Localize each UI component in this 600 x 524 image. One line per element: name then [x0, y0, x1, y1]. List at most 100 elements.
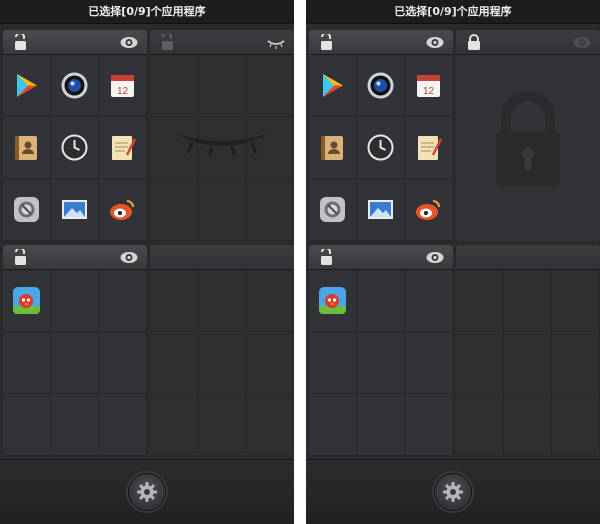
calendar-icon: 12 — [111, 75, 134, 97]
unlock-icon[interactable] — [159, 34, 177, 51]
panel-top-left[interactable]: 12 — [309, 30, 453, 241]
svg-text:12: 12 — [117, 86, 129, 97]
app-slot[interactable] — [552, 394, 599, 455]
app-slot[interactable] — [51, 117, 98, 178]
app-slot[interactable] — [198, 394, 245, 455]
panel-header — [456, 245, 600, 270]
app-slot[interactable] — [357, 270, 404, 331]
app-slot[interactable] — [504, 394, 551, 455]
app-slot[interactable] — [309, 179, 356, 240]
app-slot[interactable] — [150, 55, 197, 116]
panel-bottom-left[interactable] — [3, 245, 147, 456]
app-slot[interactable] — [309, 332, 356, 393]
app-slot[interactable] — [3, 394, 50, 455]
app-slot[interactable] — [309, 117, 356, 178]
app-slot[interactable] — [3, 332, 50, 393]
app-slot[interactable] — [246, 270, 293, 331]
calendar-icon: 12 — [417, 75, 440, 97]
app-slot[interactable] — [3, 270, 50, 331]
app-slot[interactable] — [150, 179, 197, 240]
app-slot[interactable] — [405, 332, 452, 393]
app-slot[interactable] — [150, 332, 197, 393]
app-slot[interactable] — [51, 270, 98, 331]
app-slot[interactable] — [357, 55, 404, 116]
bottom-bar — [306, 459, 600, 524]
app-slot[interactable] — [3, 179, 50, 240]
app-slot[interactable] — [552, 332, 599, 393]
app-slot[interactable] — [198, 55, 245, 116]
app-slot[interactable] — [3, 117, 50, 178]
lock-watermark-icon — [496, 92, 560, 186]
phone-screen-left: 已选择[0/9]个应用程序 12 — [0, 0, 294, 524]
app-slot[interactable] — [51, 179, 98, 240]
app-slot[interactable] — [456, 270, 503, 331]
app-slot[interactable] — [405, 270, 452, 331]
phone-screen-right: 已选择[0/9]个应用程序 12 — [306, 0, 600, 524]
unlock-icon[interactable] — [318, 34, 336, 51]
app-slot[interactable] — [99, 394, 146, 455]
app-slot[interactable] — [99, 332, 146, 393]
app-slot[interactable] — [357, 394, 404, 455]
unlock-icon[interactable] — [12, 249, 30, 266]
notes-icon — [112, 136, 137, 160]
app-slot[interactable]: 12 — [405, 55, 452, 116]
lock-icon[interactable] — [465, 34, 483, 51]
app-slot[interactable] — [51, 394, 98, 455]
bottom-bar — [0, 459, 294, 524]
app-slot[interactable] — [357, 117, 404, 178]
app-slot[interactable] — [552, 270, 599, 331]
app-slot[interactable] — [456, 332, 503, 393]
app-slot[interactable] — [246, 332, 293, 393]
settings-button[interactable] — [434, 473, 472, 511]
app-slot[interactable] — [99, 117, 146, 178]
panel-bottom-right[interactable] — [150, 245, 294, 456]
app-slot[interactable] — [405, 394, 452, 455]
app-slot[interactable] — [3, 55, 50, 116]
app-slot[interactable] — [246, 117, 293, 178]
app-slot[interactable] — [456, 394, 503, 455]
app-slot[interactable] — [51, 332, 98, 393]
eye-icon[interactable] — [120, 34, 138, 51]
app-slot[interactable] — [357, 332, 404, 393]
app-slot[interactable] — [309, 394, 356, 455]
panel-top-right[interactable] — [150, 30, 294, 241]
panel-bottom-right[interactable] — [456, 245, 600, 456]
app-slot[interactable] — [246, 55, 293, 116]
app-slot[interactable] — [198, 270, 245, 331]
play-store-icon — [323, 74, 343, 97]
app-slot[interactable] — [504, 270, 551, 331]
clock-icon — [367, 134, 394, 161]
contacts-icon — [321, 136, 343, 160]
eye-icon[interactable] — [426, 34, 444, 51]
app-slot[interactable] — [198, 332, 245, 393]
app-slot[interactable] — [309, 270, 356, 331]
app-slot[interactable] — [99, 179, 146, 240]
angry-birds-icon — [319, 287, 346, 314]
panel-bottom-left[interactable] — [309, 245, 453, 456]
app-slot[interactable]: 12 — [99, 55, 146, 116]
settings-button[interactable] — [128, 473, 166, 511]
app-slot[interactable] — [504, 332, 551, 393]
unlock-icon[interactable] — [318, 249, 336, 266]
app-slot[interactable] — [198, 179, 245, 240]
app-slot[interactable] — [246, 179, 293, 240]
app-slot[interactable] — [405, 179, 452, 240]
eye-icon[interactable] — [120, 249, 138, 266]
app-slot[interactable] — [150, 394, 197, 455]
eye-closed-icon[interactable] — [267, 34, 285, 51]
app-slot[interactable] — [405, 117, 452, 178]
eye-icon[interactable] — [426, 249, 444, 266]
app-slot[interactable] — [99, 270, 146, 331]
panel-top-left[interactable]: 12 — [3, 30, 147, 241]
app-slot[interactable] — [150, 117, 197, 178]
app-slot[interactable] — [150, 270, 197, 331]
unlock-icon[interactable] — [12, 34, 30, 51]
eye-icon[interactable] — [573, 34, 591, 51]
app-slot[interactable] — [309, 55, 356, 116]
app-slot[interactable] — [198, 117, 245, 178]
app-slot[interactable] — [246, 394, 293, 455]
app-slot[interactable] — [357, 179, 404, 240]
settings-app-icon — [14, 197, 39, 222]
panel-top-right-locked[interactable] — [456, 30, 600, 241]
app-slot[interactable] — [51, 55, 98, 116]
